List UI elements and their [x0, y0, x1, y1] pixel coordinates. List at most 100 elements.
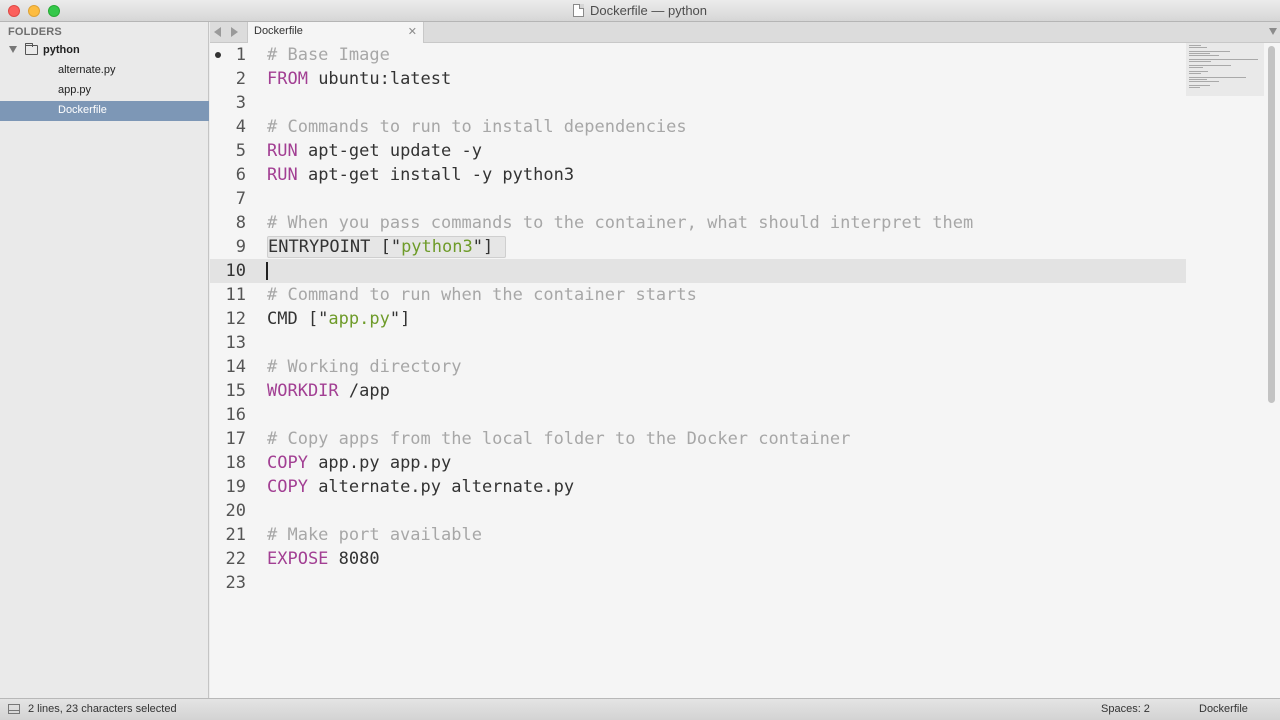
- document-icon: [572, 4, 584, 17]
- sidebar: FOLDERS python alternate.py app.py Docke…: [0, 22, 209, 698]
- code-line[interactable]: # Working directory: [267, 355, 461, 379]
- code-line[interactable]: # Make port available: [267, 523, 482, 547]
- code-keyword: WORKDIR: [267, 381, 339, 401]
- code-comment: # Base Image: [267, 45, 390, 65]
- code-comment: # Copy apps from the local folder to the…: [267, 429, 851, 449]
- sidebar-folder-python[interactable]: python: [0, 41, 209, 61]
- code-keyword: COPY: [267, 453, 308, 473]
- code-line[interactable]: FROM ubuntu:latest: [267, 67, 451, 91]
- line-number: 11: [225, 285, 246, 305]
- selection-status: 2 lines, 23 characters selected: [28, 703, 177, 715]
- line-number: 14: [225, 357, 246, 377]
- code-line[interactable]: # Commands to run to install dependencie…: [267, 115, 687, 139]
- line-number-gutter: 1 2 3 4 5 6 7 8 9 10 11 12 13 14 15 16 17 18 19 20 21 22 23: [210, 43, 262, 698]
- code-text: CMD [": [267, 309, 329, 329]
- tab-close-icon[interactable]: ✕: [408, 25, 417, 38]
- line-number: 21: [225, 525, 246, 545]
- code-line[interactable]: RUN apt-get install -y python3: [267, 163, 574, 187]
- code-line[interactable]: # Base Image: [267, 43, 390, 67]
- tab-label: Dockerfile: [254, 25, 303, 37]
- code-line[interactable]: CMD ["app.py"]: [267, 307, 410, 331]
- minimap-line: [1189, 59, 1258, 60]
- disclosure-triangle-icon[interactable]: [9, 46, 17, 53]
- code-keyword: RUN: [267, 141, 298, 161]
- folder-label: python: [43, 44, 80, 56]
- line-number: 15: [225, 381, 246, 401]
- minimap-line: [1189, 73, 1201, 74]
- line-number: 7: [235, 189, 246, 209]
- tab-list-dropdown-icon[interactable]: [1269, 28, 1277, 35]
- folder-icon: [25, 43, 38, 55]
- code-line[interactable]: RUN apt-get update -y: [267, 139, 482, 163]
- file-label: alternate.py: [58, 64, 116, 76]
- code-keyword: RUN: [267, 165, 298, 185]
- code-string: python3: [401, 237, 473, 257]
- code-keyword: FROM: [267, 69, 308, 89]
- code-line[interactable]: ENTRYPOINT ["python3"]: [267, 235, 507, 259]
- tab-back-arrow-icon[interactable]: [214, 27, 221, 37]
- code-comment: # Make port available: [267, 525, 482, 545]
- line-number: 2: [235, 69, 246, 89]
- minimap-line: [1189, 53, 1210, 54]
- vertical-scrollbar[interactable]: [1264, 43, 1280, 698]
- code-text: apt-get install -y python3: [297, 165, 575, 185]
- scrollbar-thumb[interactable]: [1268, 46, 1275, 403]
- code-editor[interactable]: 1 2 3 4 5 6 7 8 9 10 11 12 13 14 15 16 17 18 19 20 21 22 23 # …: [210, 43, 1280, 698]
- line-number: 4: [235, 117, 246, 137]
- code-text: "]: [472, 237, 494, 257]
- sidebar-file-dockerfile[interactable]: Dockerfile: [0, 101, 209, 121]
- line-number: 10: [225, 261, 246, 281]
- line-number: 17: [225, 429, 246, 449]
- minimap-line: [1189, 55, 1219, 56]
- line-number: 16: [225, 405, 246, 425]
- minimap-line: [1189, 71, 1208, 72]
- file-label: Dockerfile: [58, 104, 107, 116]
- minimap-line: [1189, 85, 1210, 86]
- indentation-setting[interactable]: Spaces: 2: [1101, 703, 1150, 715]
- code-keyword: EXPOSE: [267, 549, 329, 569]
- syntax-setting[interactable]: Dockerfile: [1199, 703, 1248, 715]
- line-number: 5: [235, 141, 246, 161]
- code-keyword: COPY: [267, 477, 308, 497]
- code-comment: # Commands to run to install dependencie…: [267, 117, 687, 137]
- minimap-line: [1189, 87, 1200, 88]
- status-bar: 2 lines, 23 characters selected Spaces: …: [0, 698, 1280, 720]
- minimap-line: [1189, 51, 1230, 52]
- window-title-area: Dockerfile — python: [0, 3, 1280, 18]
- code-line[interactable]: # Command to run when the container star…: [267, 283, 697, 307]
- tab-forward-arrow-icon[interactable]: [231, 27, 238, 37]
- code-text: app.py app.py: [307, 453, 452, 473]
- line-number: 6: [235, 165, 246, 185]
- code-string: app.py: [328, 309, 390, 329]
- window-title: Dockerfile — python: [589, 3, 708, 18]
- line-number: 13: [225, 333, 246, 353]
- line-number: 3: [235, 93, 246, 113]
- code-area[interactable]: # Base Image FROM ubuntu:latest # Commands…: [267, 43, 1187, 698]
- panel-toggle-icon[interactable]: [8, 704, 20, 714]
- sidebar-file-alternate-py[interactable]: alternate.py: [0, 61, 209, 81]
- line-number: 8: [235, 213, 246, 233]
- tab-bar: Dockerfile ✕: [210, 22, 1280, 43]
- text-caret: [266, 262, 268, 280]
- minimap[interactable]: [1186, 43, 1264, 96]
- code-line[interactable]: EXPOSE 8080: [267, 547, 380, 571]
- code-text: /app: [338, 381, 390, 401]
- minimap-line: [1189, 81, 1219, 82]
- code-line[interactable]: WORKDIR /app: [267, 379, 390, 403]
- code-line[interactable]: COPY alternate.py alternate.py: [267, 475, 574, 499]
- minimap-line: [1189, 79, 1207, 80]
- tab-dockerfile[interactable]: Dockerfile ✕: [247, 22, 424, 43]
- minimap-line: [1189, 67, 1203, 68]
- line-number: 12: [225, 309, 246, 329]
- minimap-line: [1189, 77, 1246, 78]
- code-text: apt-get update -y: [297, 141, 482, 161]
- sidebar-file-app-py[interactable]: app.py: [0, 81, 209, 101]
- code-line[interactable]: # When you pass commands to the containe…: [267, 211, 973, 235]
- code-line[interactable]: # Copy apps from the local folder to the…: [267, 427, 850, 451]
- code-line[interactable]: COPY app.py app.py: [267, 451, 451, 475]
- code-comment: # When you pass commands to the containe…: [267, 213, 974, 233]
- line-number: 19: [225, 477, 246, 497]
- line-number: 1: [235, 45, 246, 65]
- minimap-line: [1189, 47, 1207, 48]
- line-number: 20: [225, 501, 246, 521]
